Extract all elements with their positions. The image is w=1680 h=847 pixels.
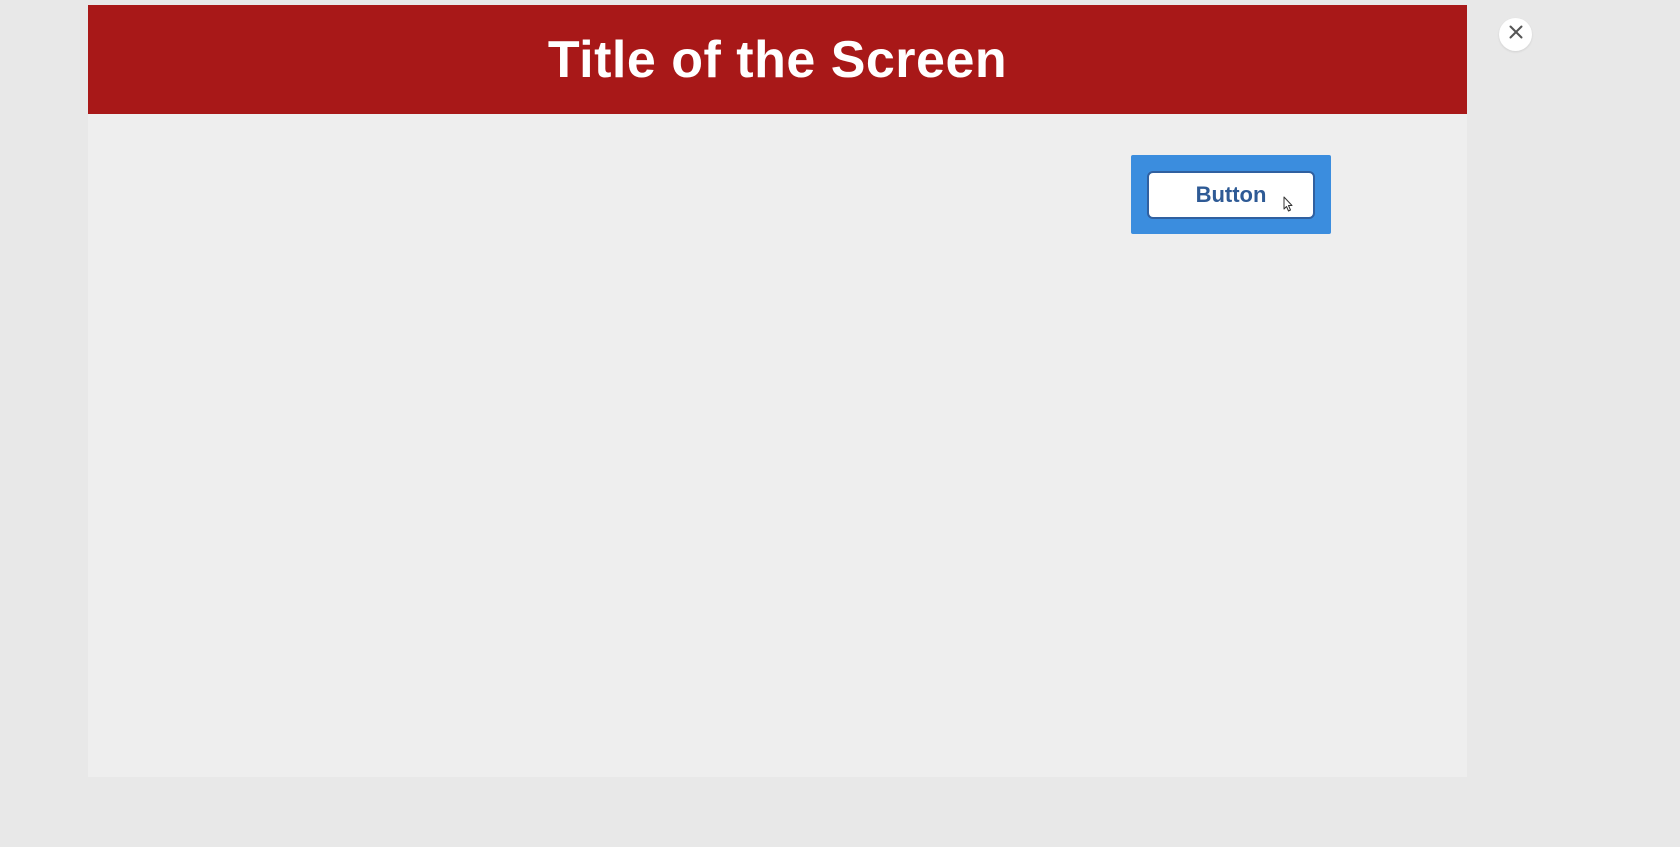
page-title: Title of the Screen	[548, 30, 1007, 90]
button-highlight: Button	[1131, 155, 1331, 234]
content-area: Button	[88, 114, 1467, 777]
action-button[interactable]: Button	[1147, 171, 1315, 219]
action-button-label: Button	[1196, 182, 1267, 208]
main-panel: Title of the Screen Button	[88, 5, 1467, 777]
header-bar: Title of the Screen	[88, 5, 1467, 114]
close-icon	[1509, 25, 1523, 44]
close-button[interactable]	[1499, 18, 1532, 51]
cursor-pointer-icon	[1279, 195, 1297, 222]
